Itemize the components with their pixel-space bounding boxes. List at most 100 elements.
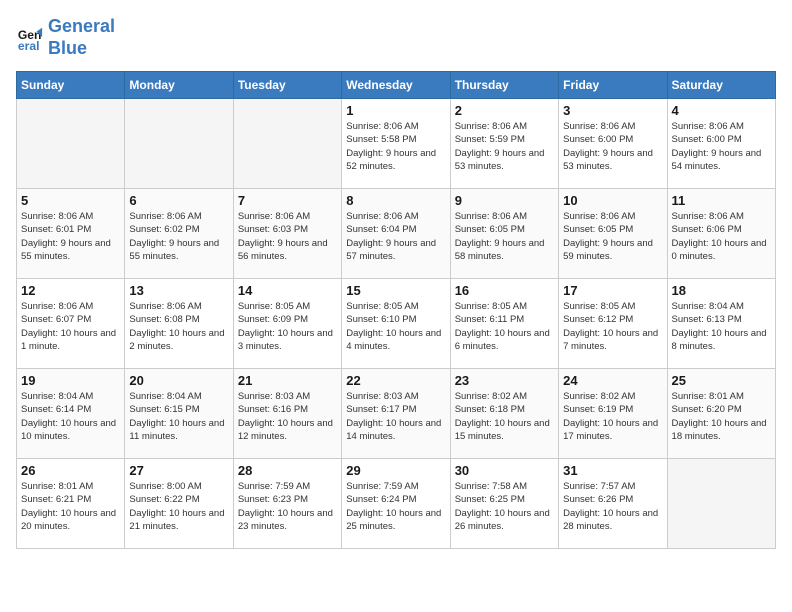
day-number: 28 (238, 463, 337, 478)
calendar-day-cell (17, 99, 125, 189)
day-number: 8 (346, 193, 445, 208)
calendar-day-cell: 28 Sunrise: 7:59 AMSunset: 6:23 PMDayligh… (233, 459, 341, 549)
calendar-day-cell: 18Sunrise: 8:04 AMSunset: 6:13 PMDayligh… (667, 279, 775, 369)
day-number: 25 (672, 373, 771, 388)
day-number: 30 (455, 463, 554, 478)
calendar-week-row: 1 Sunrise: 8:06 AMSunset: 5:58 PMDaylight… (17, 99, 776, 189)
calendar-day-cell: 2 Sunrise: 8:06 AMSunset: 5:59 PMDaylight… (450, 99, 558, 189)
day-number: 13 (129, 283, 228, 298)
day-number: 3 (563, 103, 662, 118)
day-number: 19 (21, 373, 120, 388)
day-number: 15 (346, 283, 445, 298)
calendar-day-cell: 13 Sunrise: 8:06 AMSunset: 6:08 PMDayligh… (125, 279, 233, 369)
day-info: Sunrise: 8:05 AMSunset: 6:12 PMDaylight:… (563, 300, 662, 353)
day-number: 18 (672, 283, 771, 298)
day-info: Sunrise: 8:02 AMSunset: 6:18 PMDaylight:… (455, 390, 554, 443)
day-number: 7 (238, 193, 337, 208)
calendar-day-cell: 6Sunrise: 8:06 AMSunset: 6:02 PMDaylight… (125, 189, 233, 279)
calendar-day-cell: 27 Sunrise: 8:00 AMSunset: 6:22 PMDayligh… (125, 459, 233, 549)
day-info: Sunrise: 8:03 AMSunset: 6:17 PMDaylight:… (346, 390, 445, 443)
day-number: 9 (455, 193, 554, 208)
calendar-day-cell: 20 Sunrise: 8:04 AMSunset: 6:15 PMDayligh… (125, 369, 233, 459)
calendar-day-cell (125, 99, 233, 189)
day-number: 2 (455, 103, 554, 118)
calendar-day-cell: 9 Sunrise: 8:06 AMSunset: 6:05 PMDaylight… (450, 189, 558, 279)
calendar-week-row: 5 Sunrise: 8:06 AMSunset: 6:01 PMDaylight… (17, 189, 776, 279)
day-info: Sunrise: 8:06 AMSunset: 6:01 PMDaylight:… (21, 210, 120, 263)
day-info: Sunrise: 8:06 AMSunset: 6:06 PMDaylight:… (672, 210, 771, 263)
calendar-day-cell: 12 Sunrise: 8:06 AMSunset: 6:07 PMDayligh… (17, 279, 125, 369)
logo: Gen eral GeneralBlue (16, 16, 115, 59)
day-number: 20 (129, 373, 228, 388)
day-info: Sunrise: 8:06 AMSunset: 6:07 PMDaylight:… (21, 300, 120, 353)
day-number: 1 (346, 103, 445, 118)
day-info: Sunrise: 8:06 AMSunset: 6:00 PMDaylight:… (672, 120, 771, 173)
day-number: 31 (563, 463, 662, 478)
calendar-week-row: 26Sunrise: 8:01 AMSunset: 6:21 PMDayligh… (17, 459, 776, 549)
day-info: Sunrise: 8:06 AMSunset: 5:59 PMDaylight:… (455, 120, 554, 173)
day-info: Sunrise: 8:01 AMSunset: 6:20 PMDaylight:… (672, 390, 771, 443)
logo-icon: Gen eral (16, 24, 44, 52)
calendar-day-cell: 3 Sunrise: 8:06 AMSunset: 6:00 PMDaylight… (559, 99, 667, 189)
calendar-day-cell: 22Sunrise: 8:03 AMSunset: 6:17 PMDayligh… (342, 369, 450, 459)
day-info: Sunrise: 7:58 AMSunset: 6:25 PMDaylight:… (455, 480, 554, 533)
day-info: Sunrise: 8:05 AMSunset: 6:09 PMDaylight:… (238, 300, 337, 353)
day-number: 16 (455, 283, 554, 298)
day-number: 10 (563, 193, 662, 208)
calendar-day-cell: 7 Sunrise: 8:06 AMSunset: 6:03 PMDaylight… (233, 189, 341, 279)
day-number: 17 (563, 283, 662, 298)
weekday-header: Friday (559, 72, 667, 99)
calendar-day-cell: 23 Sunrise: 8:02 AMSunset: 6:18 PMDayligh… (450, 369, 558, 459)
weekday-header: Saturday (667, 72, 775, 99)
day-number: 24 (563, 373, 662, 388)
calendar-day-cell: 16Sunrise: 8:05 AMSunset: 6:11 PMDayligh… (450, 279, 558, 369)
calendar-day-cell: 31 Sunrise: 7:57 AMSunset: 6:26 PMDayligh… (559, 459, 667, 549)
day-number: 29 (346, 463, 445, 478)
calendar-body: 1 Sunrise: 8:06 AMSunset: 5:58 PMDaylight… (17, 99, 776, 549)
calendar-day-cell: 1 Sunrise: 8:06 AMSunset: 5:58 PMDaylight… (342, 99, 450, 189)
calendar-day-cell: 17 Sunrise: 8:05 AMSunset: 6:12 PMDayligh… (559, 279, 667, 369)
day-info: Sunrise: 8:06 AMSunset: 6:04 PMDaylight:… (346, 210, 445, 263)
day-info: Sunrise: 8:06 AMSunset: 6:08 PMDaylight:… (129, 300, 228, 353)
weekday-header: Wednesday (342, 72, 450, 99)
day-info: Sunrise: 8:05 AMSunset: 6:10 PMDaylight:… (346, 300, 445, 353)
calendar-day-cell: 8 Sunrise: 8:06 AMSunset: 6:04 PMDaylight… (342, 189, 450, 279)
page-header: Gen eral GeneralBlue (16, 16, 776, 59)
day-info: Sunrise: 8:06 AMSunset: 6:05 PMDaylight:… (455, 210, 554, 263)
calendar-day-cell: 21 Sunrise: 8:03 AMSunset: 6:16 PMDayligh… (233, 369, 341, 459)
day-info: Sunrise: 8:04 AMSunset: 6:14 PMDaylight:… (21, 390, 120, 443)
day-number: 27 (129, 463, 228, 478)
day-info: Sunrise: 8:06 AMSunset: 6:05 PMDaylight:… (563, 210, 662, 263)
day-info: Sunrise: 8:04 AMSunset: 6:15 PMDaylight:… (129, 390, 228, 443)
day-number: 14 (238, 283, 337, 298)
day-info: Sunrise: 7:59 AMSunset: 6:23 PMDaylight:… (238, 480, 337, 533)
day-info: Sunrise: 8:06 AMSunset: 5:58 PMDaylight:… (346, 120, 445, 173)
weekday-header: Thursday (450, 72, 558, 99)
calendar-table: SundayMondayTuesdayWednesdayThursdayFrid… (16, 71, 776, 549)
day-number: 11 (672, 193, 771, 208)
day-number: 4 (672, 103, 771, 118)
day-info: Sunrise: 8:00 AMSunset: 6:22 PMDaylight:… (129, 480, 228, 533)
day-info: Sunrise: 8:06 AMSunset: 6:03 PMDaylight:… (238, 210, 337, 263)
day-number: 6 (129, 193, 228, 208)
day-info: Sunrise: 8:01 AMSunset: 6:21 PMDaylight:… (21, 480, 120, 533)
calendar-day-cell: 5 Sunrise: 8:06 AMSunset: 6:01 PMDaylight… (17, 189, 125, 279)
calendar-day-cell: 11 Sunrise: 8:06 AMSunset: 6:06 PMDayligh… (667, 189, 775, 279)
logo-text: GeneralBlue (48, 16, 115, 59)
calendar-day-cell: 4 Sunrise: 8:06 AMSunset: 6:00 PMDaylight… (667, 99, 775, 189)
calendar-day-cell (667, 459, 775, 549)
day-number: 23 (455, 373, 554, 388)
svg-text:eral: eral (18, 39, 40, 52)
calendar-day-cell: 24Sunrise: 8:02 AMSunset: 6:19 PMDayligh… (559, 369, 667, 459)
day-number: 12 (21, 283, 120, 298)
calendar-day-cell: 10 Sunrise: 8:06 AMSunset: 6:05 PMDayligh… (559, 189, 667, 279)
calendar-day-cell (233, 99, 341, 189)
day-info: Sunrise: 7:57 AMSunset: 6:26 PMDaylight:… (563, 480, 662, 533)
day-number: 5 (21, 193, 120, 208)
weekday-header: Tuesday (233, 72, 341, 99)
calendar-day-cell: 14 Sunrise: 8:05 AMSunset: 6:09 PMDayligh… (233, 279, 341, 369)
day-info: Sunrise: 8:06 AMSunset: 6:00 PMDaylight:… (563, 120, 662, 173)
calendar-day-cell: 25 Sunrise: 8:01 AMSunset: 6:20 PMDayligh… (667, 369, 775, 459)
day-info: Sunrise: 8:03 AMSunset: 6:16 PMDaylight:… (238, 390, 337, 443)
day-number: 21 (238, 373, 337, 388)
